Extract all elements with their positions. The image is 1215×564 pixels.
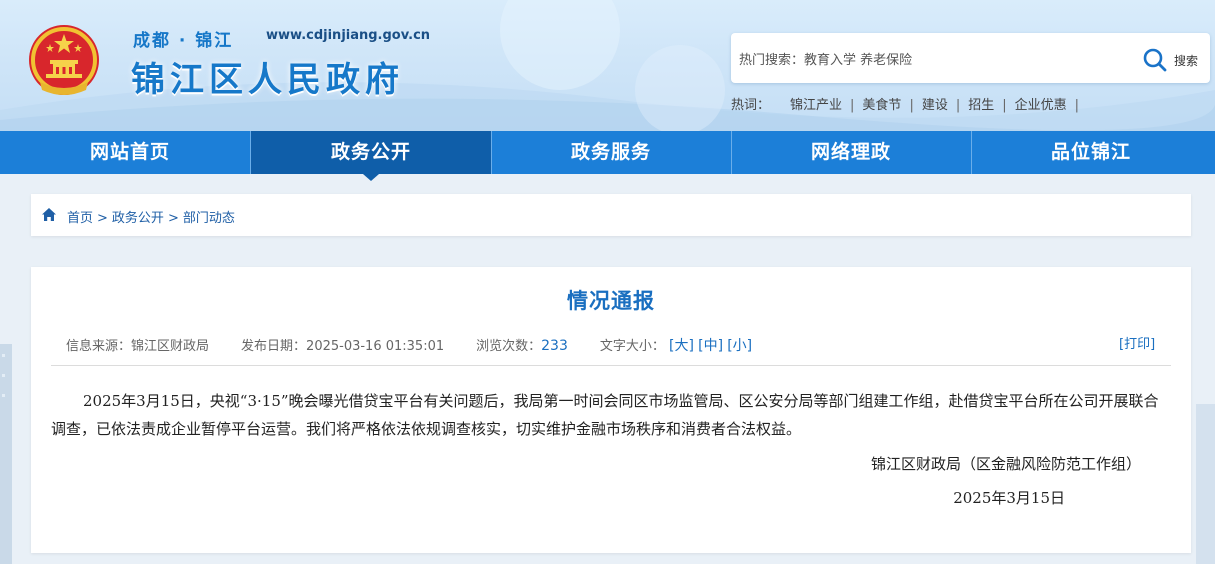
article-views: 浏览次数：233 (476, 338, 568, 354)
national-emblem-icon (29, 25, 99, 95)
breadcrumb-government-affairs[interactable]: 政务公开 (112, 211, 164, 226)
hotword-link[interactable]: 企业优惠 (1007, 98, 1075, 113)
article-source-label: 信息来源： (66, 339, 132, 354)
search-button-label: 搜索 (1174, 54, 1199, 68)
article-date: 发布日期：2025-03-16 01:35:01 (241, 339, 444, 354)
breadcrumb-separator: > (97, 211, 108, 226)
article-title: 情况通报 (567, 289, 655, 313)
site-city-label: 成都 · 锦江 (133, 31, 234, 51)
hotword-link[interactable]: 招生 (960, 98, 1002, 113)
search-input[interactable] (737, 48, 1141, 72)
print-link[interactable]: [打印] (1119, 333, 1155, 352)
article-signature: 锦江区财政局（区金融风险防范工作组） (870, 455, 1141, 473)
article-views-count: 233 (541, 338, 568, 354)
hotwords-label: 热词： (731, 98, 771, 113)
breadcrumb-home[interactable]: 首页 (67, 211, 93, 226)
article-source-value: 锦江区财政局 (131, 339, 210, 354)
article-date-label: 发布日期： (241, 339, 307, 354)
nav-item-government-services[interactable]: 政务服务 (491, 131, 732, 174)
site-url[interactable]: www.cdjinjiang.gov.cn (266, 28, 430, 43)
hotword-link[interactable]: 锦江产业 (782, 98, 850, 113)
nav-item-jinjiang[interactable]: 品位锦江 (971, 131, 1211, 174)
nav-item-online-governance[interactable]: 网络理政 (731, 131, 972, 174)
article-body: 2025年3月15日，央视“3·15”晚会曝光借贷宝平台有关问题后，我局第一时间… (51, 387, 1171, 443)
article-source: 信息来源：锦江区财政局 (66, 339, 209, 354)
breadcrumb-separator: > (167, 211, 179, 226)
font-size-medium-link[interactable]: [中] (698, 338, 723, 354)
breadcrumb-department-news[interactable]: 部门动态 (183, 211, 235, 226)
breadcrumb-trail: 首页 > 政务公开 > 部门动态 (67, 207, 235, 226)
hotword-link[interactable]: 美食节 (854, 98, 909, 113)
article-sign-date: 2025年3月15日 (953, 489, 1065, 507)
search-icon (1143, 48, 1167, 72)
font-size-small-link[interactable]: [小] (727, 338, 752, 354)
main-nav: 网站首页 政务公开 政务服务 网络理政 品位锦江 (0, 131, 1215, 181)
article-divider (51, 365, 1171, 366)
home-icon[interactable] (41, 207, 57, 222)
hotword-link[interactable]: 建设 (914, 98, 956, 113)
nav-item-government-affairs[interactable]: 政务公开 (251, 131, 492, 181)
site-header: 成都 · 锦江 www.cdjinjiang.gov.cn 锦江区人民政府 热词… (0, 0, 1215, 131)
nav-item-home[interactable]: 网站首页 (10, 131, 251, 174)
hotword-separator: | (1002, 98, 1007, 113)
search-button[interactable]: 搜索 (1140, 46, 1206, 74)
article-date-value: 2025-03-16 01:35:01 (306, 339, 445, 354)
article-panel: 情况通报 信息来源：锦江区财政局 发布日期：2025-03-16 01:35:01… (31, 267, 1191, 553)
site-name[interactable]: 锦江区人民政府 (131, 52, 404, 101)
search-box (731, 33, 1210, 83)
font-size-large-link[interactable]: [大] (669, 338, 694, 354)
article-views-label: 浏览次数： (476, 339, 542, 354)
breadcrumb: 首页 > 政务公开 > 部门动态 (31, 194, 1191, 236)
font-size-label: 文字大小： (599, 339, 665, 354)
hotword-separator: | (1074, 98, 1080, 113)
hotwords-bar: 热词： 锦江产业 | 美食节 | 建设 | 招生 | 企业优惠 | (731, 94, 1079, 113)
article-meta: 信息来源：锦江区财政局 发布日期：2025-03-16 01:35:01 浏览次数：… (66, 335, 752, 355)
font-size-switcher: 文字大小： [大] [中] [小] (599, 338, 752, 354)
article-paragraph: 2025年3月15日，央视“3·15”晚会曝光借贷宝平台有关问题后，我局第一时间… (51, 392, 1159, 438)
